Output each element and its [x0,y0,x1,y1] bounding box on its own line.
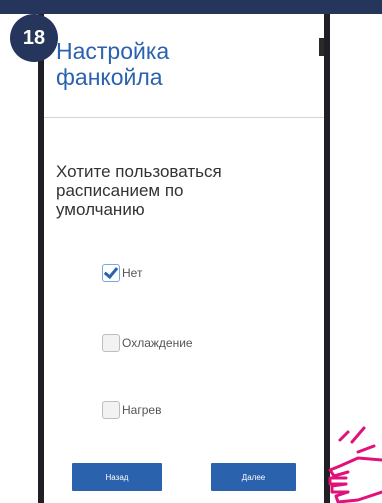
step-number-badge: 18 [10,14,58,62]
option-cooling[interactable]: Охлаждение [102,334,193,352]
back-button[interactable]: Назад [72,463,162,491]
checkbox-no-checked[interactable] [102,264,120,282]
page-title: Настройка фанкойла [56,38,170,90]
option-label: Нагрев [122,403,162,417]
next-button[interactable]: Далее [211,463,296,491]
option-label: Нет [122,266,143,280]
app-screen: Настройка фанкойла Хотите пользоваться р… [44,14,324,503]
option-no[interactable]: Нет [102,264,142,282]
header-divider [44,117,324,118]
top-banner-bar [0,0,382,14]
scrollbar-thumb[interactable] [319,38,324,56]
phone-frame: Настройка фанкойла Хотите пользоваться р… [38,14,330,503]
option-label: Охлаждение [122,336,193,350]
question-text: Хотите пользоваться расписанием по умолч… [56,162,222,219]
option-heating[interactable]: Нагрев [102,401,161,419]
pointing-hand-icon [328,426,382,503]
checkbox-heating[interactable] [102,401,120,419]
checkbox-cooling[interactable] [102,334,120,352]
